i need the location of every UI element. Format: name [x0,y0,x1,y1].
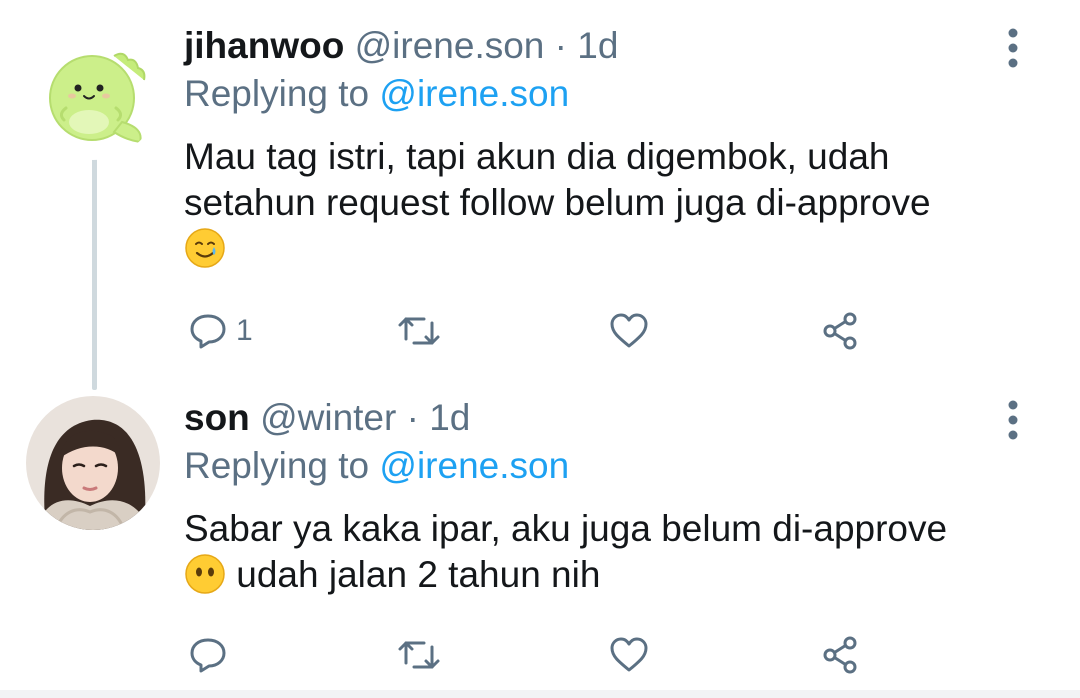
retweet-icon [398,317,440,345]
user-handle[interactable]: @irene.son [355,25,545,66]
reply-icon [190,314,226,349]
share-icon [823,312,857,350]
smiling-face-with-tear-emoji-icon [185,228,225,268]
timestamp[interactable]: 1d [429,397,470,438]
separator-dot: · [554,25,567,66]
tweet-header: jihanwoo @irene.son · 1d [184,24,618,68]
more-options-icon[interactable] [1002,398,1024,442]
bottom-divider [0,690,1080,698]
action-bar: 1 [184,306,884,356]
replying-to-mention[interactable]: @irene.son [379,73,569,114]
avatar[interactable] [26,396,160,530]
tweet-text-line: setahun request follow belum juga di-app… [184,182,931,223]
retweet-button[interactable] [396,630,442,680]
reply-button[interactable] [188,630,236,680]
display-name[interactable]: son [184,397,250,438]
reply-icon [190,638,226,673]
separator-dot: · [406,397,419,438]
share-icon [823,636,857,674]
tweet-header: son @winter · 1d [184,396,470,440]
like-button[interactable] [608,630,650,680]
retweet-button[interactable] [396,306,442,356]
replying-to-label: Replying to [184,445,370,486]
replying-to: Replying to @irene.son [184,444,569,488]
dinosaur-avatar-icon [26,26,160,160]
tweet-text-line: Sabar ya kaka ipar, aku juga belum di-ap… [184,508,948,549]
tweet-text-line: udah jalan 2 tahun nih [236,554,601,595]
avatar[interactable] [26,26,160,160]
heart-icon [610,313,648,348]
tweet-text: Mau tag istri, tapi akun dia digembok, u… [184,134,1044,272]
photo-avatar-icon [26,396,160,530]
replying-to-mention[interactable]: @irene.son [379,445,569,486]
replying-to-label: Replying to [184,73,370,114]
reply-button[interactable]: 1 [188,306,253,356]
user-handle[interactable]: @winter [260,397,396,438]
tweet-text-line: Mau tag istri, tapi akun dia digembok, u… [184,136,890,177]
reply-count: 1 [236,314,253,347]
retweet-icon [398,641,440,669]
tweet-reply-2[interactable]: son @winter · 1d Replying to @irene.son … [0,372,1080,698]
action-bar [184,630,884,680]
share-button[interactable] [820,630,862,680]
timestamp[interactable]: 1d [577,25,618,66]
heart-icon [610,637,648,672]
replying-to: Replying to @irene.son [184,72,569,116]
face-without-mouth-emoji-icon [185,554,225,594]
like-button[interactable] [608,306,650,356]
tweet-text: Sabar ya kaka ipar, aku juga belum di-ap… [184,506,1044,598]
more-options-icon[interactable] [1002,26,1024,70]
tweet-reply-1[interactable]: jihanwoo @irene.son · 1d Replying to @ir… [0,0,1080,372]
share-button[interactable] [820,306,862,356]
display-name[interactable]: jihanwoo [184,25,344,66]
